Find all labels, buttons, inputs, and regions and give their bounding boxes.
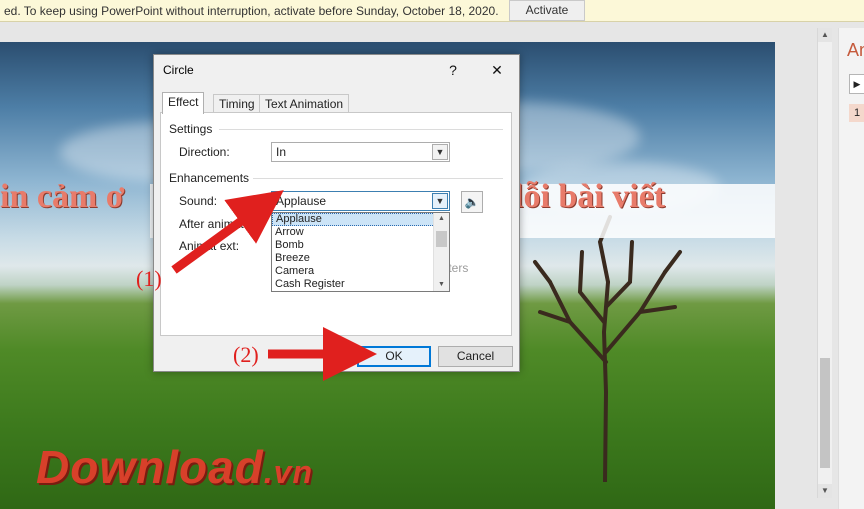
after-animation-label: After animat xyxy=(179,217,244,231)
chevron-up-icon[interactable]: ▲ xyxy=(434,213,449,225)
sound-option-bomb[interactable]: Bomb xyxy=(272,239,449,252)
close-icon[interactable]: ✕ xyxy=(484,59,510,81)
tab-text-animation[interactable]: Text Animation xyxy=(259,94,350,113)
step-2-label: (2) xyxy=(233,342,259,367)
sound-option-breeze[interactable]: Breeze xyxy=(272,252,449,265)
animate-text-label: Animat ext: xyxy=(179,239,240,253)
sound-option-arrow[interactable]: Arrow xyxy=(272,226,449,239)
slide-vertical-scrollbar[interactable]: ▲ ▼ xyxy=(817,28,832,498)
scroll-up-arrow-icon[interactable]: ▲ xyxy=(818,28,832,42)
sound-label: Sound: xyxy=(179,194,218,208)
sound-dropdown[interactable]: Applause ▼ xyxy=(271,191,450,211)
chevron-down-icon[interactable]: ▼ xyxy=(432,193,448,209)
dialog-title: Circle xyxy=(163,63,194,77)
ok-button[interactable]: OK xyxy=(357,346,431,367)
circle-effect-dialog: Circle ? ✕ Effect Timing Text Animation … xyxy=(153,54,520,372)
scroll-down-arrow-icon[interactable]: ▼ xyxy=(818,484,832,498)
direction-value: In xyxy=(276,145,287,159)
download-vn-watermark: Download.vn xyxy=(36,440,313,494)
tab-timing[interactable]: Timing xyxy=(213,94,261,113)
bare-tree-image xyxy=(533,215,682,482)
slide-title-text-right: lỗi bài viết xyxy=(514,178,666,215)
watermark-main: Download xyxy=(36,441,264,493)
sound-option-applause[interactable]: Applause xyxy=(272,213,449,226)
activate-button[interactable]: Activate xyxy=(509,0,585,21)
direction-label: Direction: xyxy=(179,145,230,159)
enhancements-group-label: Enhancements xyxy=(169,171,254,185)
divider xyxy=(247,178,503,179)
list-scrollbar-thumb[interactable] xyxy=(436,231,447,247)
direction-dropdown[interactable]: In ▼ xyxy=(271,142,450,162)
help-button[interactable]: ? xyxy=(440,59,466,81)
scrollbar-thumb[interactable] xyxy=(820,358,830,468)
activation-message: ed. To keep using PowerPoint without int… xyxy=(4,4,499,18)
sound-option-camera[interactable]: Camera xyxy=(272,265,449,278)
chevron-down-icon[interactable]: ▼ xyxy=(434,279,449,291)
tab-effect[interactable]: Effect xyxy=(162,92,205,114)
activation-notification-bar: ed. To keep using PowerPoint without int… xyxy=(0,0,864,22)
cancel-button[interactable]: Cancel xyxy=(438,346,513,367)
animation-item-number[interactable]: 1 xyxy=(849,104,864,122)
speaker-icon[interactable]: 🔈 xyxy=(461,191,483,213)
chevron-down-icon[interactable]: ▼ xyxy=(432,144,448,160)
watermark-suffix: .vn xyxy=(263,454,313,490)
list-scrollbar[interactable]: ▲ ▼ xyxy=(433,213,449,291)
divider xyxy=(219,129,503,130)
sound-value: Applause xyxy=(276,194,327,208)
play-icon[interactable]: ▶ xyxy=(849,74,864,94)
slide-title-text-left: in cảm ơ xyxy=(0,178,125,215)
step-1-label: (1) xyxy=(136,266,162,291)
sound-option-cash-register[interactable]: Cash Register xyxy=(272,278,449,291)
animation-pane: An ▶ 1 xyxy=(838,28,864,509)
animation-pane-title: An xyxy=(847,40,864,60)
sound-options-list[interactable]: Applause Arrow Bomb Breeze Camera Cash R… xyxy=(271,212,450,292)
settings-group-label: Settings xyxy=(169,122,217,136)
